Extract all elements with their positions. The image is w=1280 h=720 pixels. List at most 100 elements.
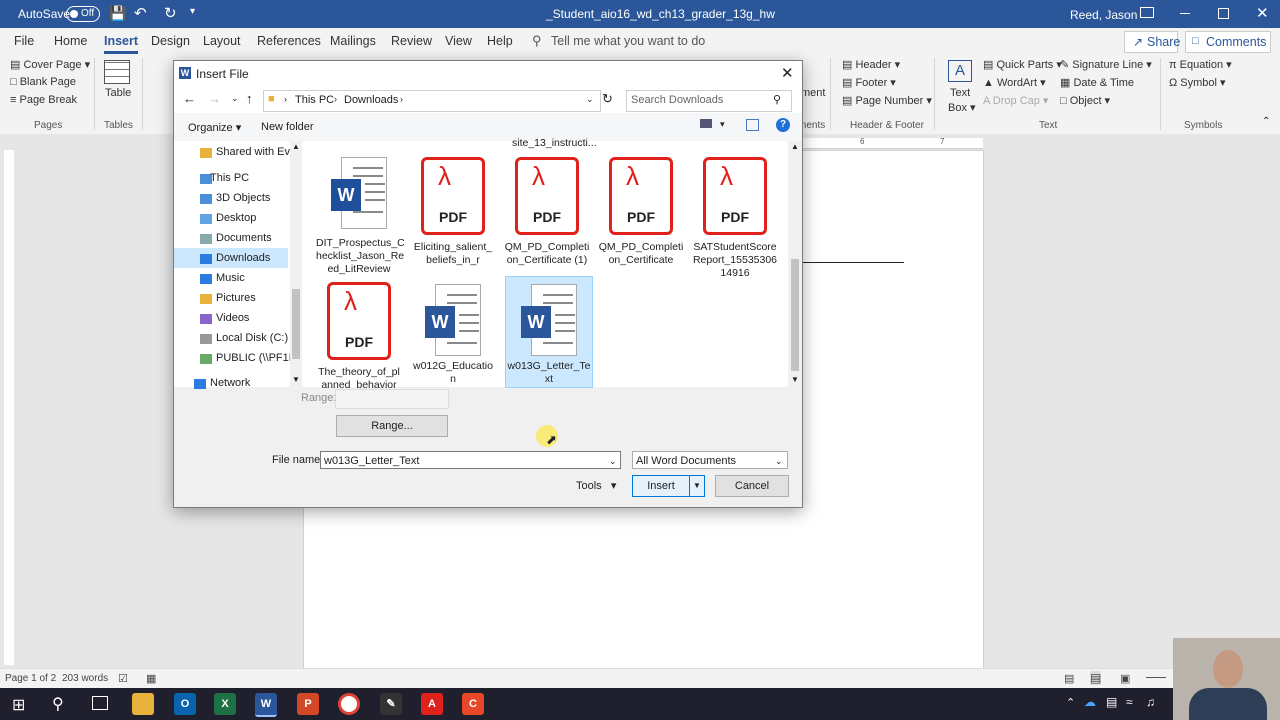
file-item[interactable]: W DIT_Prospectus_C hecklist_Jason_Re ed_Li… xyxy=(316,157,405,276)
nav-local-disk[interactable]: Local Disk (C:) xyxy=(216,332,288,344)
tab-references[interactable]: References xyxy=(257,34,321,48)
nav-music[interactable]: Music xyxy=(216,272,245,284)
windows-start-icon[interactable]: ⊞ xyxy=(12,695,25,715)
word-count[interactable]: 203 words xyxy=(62,673,108,684)
save-icon[interactable]: 💾 xyxy=(109,5,126,22)
recent-locations-icon[interactable]: ⌄ xyxy=(231,93,239,104)
search-downloads-input[interactable]: Search Downloads ⚲ xyxy=(626,90,792,112)
object-button[interactable]: □ Object ▾ xyxy=(1060,94,1110,107)
tools-button[interactable]: Tools ▾ xyxy=(576,479,616,492)
tab-view[interactable]: View xyxy=(445,34,472,48)
symbol-button[interactable]: Ω Symbol ▾ xyxy=(1169,76,1226,89)
table-button[interactable]: Table xyxy=(105,87,131,99)
word-taskbar-icon[interactable]: W xyxy=(255,693,277,717)
address-dropdown-icon[interactable]: ⌄ xyxy=(586,94,594,105)
filetype-dropdown-icon[interactable]: ⌄ xyxy=(775,452,783,470)
signature-line-button[interactable]: ✎ Signature Line ▾ xyxy=(1060,58,1152,71)
comments-button[interactable]: □ Comments xyxy=(1185,31,1271,53)
acrobat-icon[interactable]: A xyxy=(421,693,443,715)
outlook-icon[interactable]: O xyxy=(174,693,196,715)
breadcrumb-downloads[interactable]: Downloads xyxy=(344,94,398,106)
file-item[interactable]: λ PDF QM_PD_Completi on_Certificate (1) xyxy=(504,157,590,267)
search-icon-dialog[interactable]: ⚲ xyxy=(773,93,781,106)
tab-design[interactable]: Design xyxy=(151,34,190,48)
wordart-button[interactable]: ▲ WordArt ▾ xyxy=(983,76,1046,89)
volume-icon[interactable]: ♫ xyxy=(1146,695,1155,709)
nav-downloads[interactable]: Downloads xyxy=(216,252,270,264)
sticky-app-icon[interactable]: ✎ xyxy=(380,693,402,715)
nav-desktop[interactable]: Desktop xyxy=(216,212,256,224)
collapse-ribbon-icon[interactable]: ⌃ xyxy=(1262,116,1270,127)
up-arrow-icon[interactable]: ↑ xyxy=(246,91,253,106)
tab-mailings[interactable]: Mailings xyxy=(330,34,376,48)
powerpoint-icon[interactable]: P xyxy=(297,693,319,715)
nav-3d-objects[interactable]: 3D Objects xyxy=(216,192,270,204)
range-input[interactable] xyxy=(335,389,449,409)
scrollbar-thumb[interactable] xyxy=(791,259,799,371)
page-count[interactable]: Page 1 of 2 xyxy=(5,673,56,684)
nav-shared[interactable]: Shared with Ever xyxy=(216,146,300,158)
zoom-slider[interactable] xyxy=(1146,677,1166,678)
excel-icon[interactable]: X xyxy=(214,693,236,715)
autosave-toggle[interactable]: Off xyxy=(66,6,100,22)
file-item[interactable]: W w012G_Educatio n xyxy=(410,284,496,386)
wifi-icon[interactable]: ≈ xyxy=(1126,695,1133,709)
onedrive-icon[interactable]: ☁ xyxy=(1084,695,1096,709)
view-options-icon[interactable] xyxy=(700,119,712,128)
cancel-button[interactable]: Cancel xyxy=(715,475,789,497)
tab-review[interactable]: Review xyxy=(391,34,432,48)
undo-icon[interactable]: ↶ xyxy=(134,4,147,22)
chrome-icon[interactable] xyxy=(338,693,360,715)
filename-dropdown-icon[interactable]: ⌄ xyxy=(609,452,617,470)
ribbon-display-icon[interactable] xyxy=(1140,7,1154,18)
file-explorer-icon[interactable] xyxy=(132,693,154,715)
recorder-app-icon[interactable]: C xyxy=(462,693,484,715)
maximize-icon[interactable] xyxy=(1218,8,1229,19)
tray-chevron-icon[interactable]: ⌃ xyxy=(1066,696,1075,709)
tab-help[interactable]: Help xyxy=(487,34,513,48)
forward-arrow-icon[interactable]: → xyxy=(208,91,221,106)
tab-layout[interactable]: Layout xyxy=(203,34,241,48)
file-item[interactable]: λ PDF QM_PD_Completi on_Certificate xyxy=(598,157,684,267)
footer-button[interactable]: ▤ Footer ▾ xyxy=(842,76,896,89)
back-arrow-icon[interactable]: ← xyxy=(183,91,196,106)
header-button[interactable]: ▤ Header ▾ xyxy=(842,58,900,71)
tab-file[interactable]: File xyxy=(14,34,34,48)
dialog-close-icon[interactable]: ✕ xyxy=(781,64,794,82)
breadcrumb-this-pc[interactable]: This PC xyxy=(295,94,334,106)
nav-network[interactable]: Network xyxy=(210,377,250,389)
file-list-scrollbar[interactable]: ▲ ▼ xyxy=(788,141,802,387)
blank-page-button[interactable]: □ Blank Page xyxy=(10,76,76,88)
share-button[interactable]: ↗ Share xyxy=(1124,31,1180,53)
file-item-selected[interactable]: W w013G_Letter_Te xt xyxy=(505,276,593,388)
macro-icon[interactable]: ▦ xyxy=(146,672,156,685)
insert-dropdown-icon[interactable]: ▼ xyxy=(689,475,705,497)
new-folder-button[interactable]: New folder xyxy=(261,121,314,133)
date-time-button[interactable]: ▦ Date & Time xyxy=(1060,76,1134,89)
nav-this-pc[interactable]: This PC xyxy=(210,172,249,184)
read-mode-icon[interactable]: ▤ xyxy=(1064,672,1074,685)
filename-input[interactable]: w013G_Letter_Text ⌄ xyxy=(320,451,621,469)
redo-icon[interactable]: ↻ xyxy=(164,4,177,22)
range-button[interactable]: Range... xyxy=(336,415,448,437)
drop-cap-button[interactable]: A Drop Cap ▾ xyxy=(983,94,1048,107)
network-icon[interactable]: ▤ xyxy=(1106,695,1117,709)
quick-parts-button[interactable]: ▤ Quick Parts ▾ xyxy=(983,58,1062,71)
help-icon[interactable]: ? xyxy=(776,118,790,132)
organize-button[interactable]: Organize ▾ xyxy=(188,121,241,134)
equation-button[interactable]: π Equation ▾ xyxy=(1169,58,1232,71)
refresh-icon[interactable]: ↻ xyxy=(602,91,613,107)
comment-button-partial[interactable]: ment xyxy=(801,87,825,99)
proofing-icon[interactable]: ☑ xyxy=(118,672,128,685)
text-box-label-1[interactable]: Text xyxy=(950,87,970,99)
table-icon[interactable] xyxy=(104,60,130,84)
address-bar[interactable]: ■ › This PC › Downloads › ⌄ xyxy=(263,90,601,112)
tab-home[interactable]: Home xyxy=(54,34,87,48)
minimize-icon[interactable] xyxy=(1180,13,1190,14)
nav-pictures[interactable]: Pictures xyxy=(216,292,256,304)
file-item[interactable]: λ PDF SATStudentScore Report_15535306 14916 xyxy=(692,157,778,280)
preview-pane-icon[interactable] xyxy=(746,119,759,131)
view-dropdown-icon[interactable]: ▾ xyxy=(720,119,725,130)
insert-button[interactable]: Insert xyxy=(632,475,690,497)
customize-qat-icon[interactable]: ▾ xyxy=(190,6,195,17)
